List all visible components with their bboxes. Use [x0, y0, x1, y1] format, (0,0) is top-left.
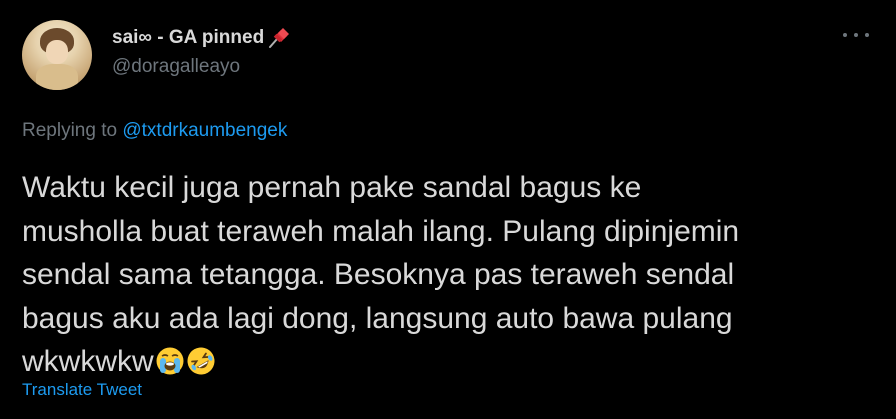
replying-to: Replying to @txtdrkaumbengek — [22, 120, 287, 142]
more-dot — [843, 33, 847, 37]
more-dot — [854, 33, 858, 37]
tweet-line: sendal sama tetangga. Besoknya pas teraw… — [22, 258, 735, 291]
avatar[interactable] — [22, 20, 92, 90]
display-name[interactable]: sai∞ - GA pinned — [112, 27, 264, 49]
pushpin-icon — [266, 27, 290, 49]
more-options-icon[interactable] — [843, 26, 869, 44]
tweet-card: sai∞ - GA pinned @doragalleayo Replying … — [0, 0, 896, 419]
tweet-line: Waktu kecil juga pernah pake sandal bagu… — [22, 171, 642, 204]
display-name-row[interactable]: sai∞ - GA pinned — [112, 26, 290, 50]
translate-tweet-link[interactable]: Translate Tweet — [22, 380, 142, 400]
tweet-last-line: wkwkwkw — [22, 340, 882, 384]
rolling-on-floor-laughing-icon — [186, 345, 216, 375]
reply-mention-link[interactable]: @txtdrkaumbengek — [122, 120, 287, 141]
user-handle[interactable]: @doragalleayo — [112, 56, 240, 78]
tweet-text: Waktu kecil juga pernah pake sandal bagu… — [22, 166, 882, 384]
tweet-line: wkwkwkw — [22, 345, 154, 378]
avatar-body — [36, 64, 78, 90]
tweet-line: bagus aku ada lagi dong, langsung auto b… — [22, 301, 733, 335]
tweet-line: musholla buat teraweh malah ilang. Pulan… — [22, 214, 740, 248]
loudly-crying-face-icon — [155, 345, 185, 375]
replying-prefix: Replying to — [22, 120, 118, 141]
more-dot — [865, 33, 869, 37]
avatar-face — [46, 40, 68, 64]
